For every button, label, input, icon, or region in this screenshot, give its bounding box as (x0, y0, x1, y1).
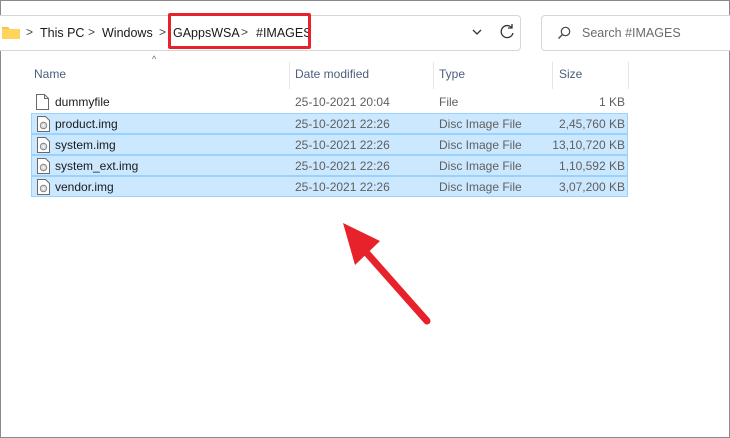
file-row[interactable]: system.img 25-10-2021 22:26 Disc Image F… (31, 134, 628, 155)
breadcrumb-separator: > (88, 25, 96, 39)
file-name: product.img (55, 117, 118, 131)
column-header-date-modified[interactable]: Date modified (295, 67, 369, 81)
disc-image-icon (37, 137, 50, 153)
sort-ascending-icon: ^ (152, 54, 157, 64)
column-divider[interactable] (433, 62, 434, 89)
breadcrumb-item-windows[interactable]: Windows (102, 26, 153, 40)
file-size: 2,45,760 KB (558, 117, 625, 131)
file-type: File (439, 95, 459, 109)
breadcrumb-separator: > (159, 25, 167, 39)
file-size: 13,10,720 KB (552, 138, 625, 152)
breadcrumb-item-this-pc[interactable]: This PC (40, 26, 84, 40)
file-row[interactable]: dummyfile 25-10-2021 20:04 File 1 KB (31, 92, 628, 113)
file-date: 25-10-2021 22:26 (295, 159, 390, 173)
file-row[interactable]: product.img 25-10-2021 22:26 Disc Image … (31, 113, 628, 134)
file-date: 25-10-2021 22:26 (295, 138, 390, 152)
folder-icon (2, 27, 20, 39)
column-divider[interactable] (552, 62, 553, 89)
file-size: 1 KB (598, 95, 625, 109)
file-name: vendor.img (55, 180, 114, 194)
file-name: dummyfile (55, 95, 110, 109)
breadcrumb-highlight-annotation (168, 13, 311, 49)
disc-image-icon (37, 158, 50, 174)
disc-image-icon (37, 179, 50, 195)
file-name: system.img (55, 138, 116, 152)
file-row[interactable]: vendor.img 25-10-2021 22:26 Disc Image F… (31, 176, 628, 197)
file-date: 25-10-2021 22:26 (295, 117, 390, 131)
chevron-down-icon[interactable] (467, 23, 487, 41)
column-header-size[interactable]: Size (559, 67, 582, 81)
breadcrumb-separator: > (26, 25, 34, 39)
disc-image-icon (37, 116, 50, 132)
column-divider[interactable] (289, 62, 290, 89)
column-divider[interactable] (628, 62, 629, 89)
column-header-type[interactable]: Type (439, 67, 465, 81)
search-icon (558, 26, 571, 39)
file-name: system_ext.img (55, 159, 139, 173)
file-size: 3,07,200 KB (558, 180, 625, 194)
file-size: 1,10,592 KB (558, 159, 625, 173)
file-date: 25-10-2021 20:04 (295, 95, 390, 109)
red-arrow-annotation (343, 223, 431, 325)
file-row[interactable]: system_ext.img 25-10-2021 22:26 Disc Ima… (31, 155, 628, 176)
file-date: 25-10-2021 22:26 (295, 180, 390, 194)
refresh-icon[interactable] (496, 21, 518, 43)
file-icon (36, 94, 49, 110)
column-header-name[interactable]: Name (34, 67, 66, 81)
search-placeholder: Search #IMAGES (582, 26, 681, 40)
